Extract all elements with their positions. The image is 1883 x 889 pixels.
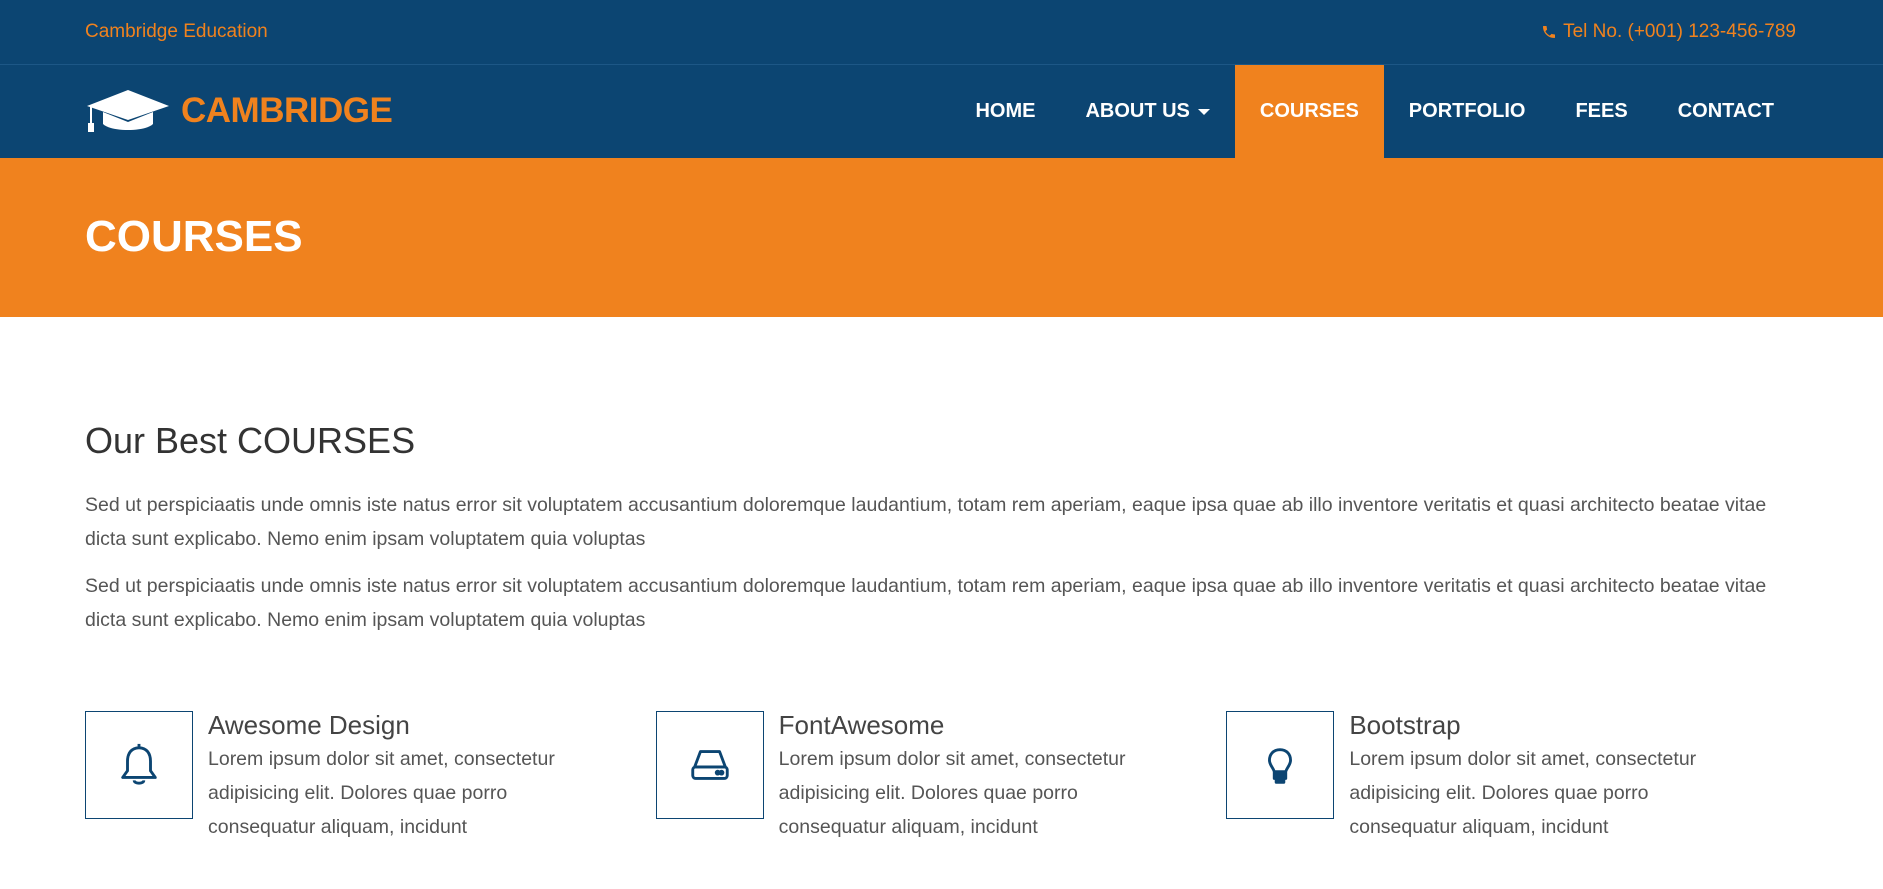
intro-paragraph: Sed ut perspiciaatis unde omnis iste nat… <box>85 494 1767 550</box>
nav-item-label: HOME <box>975 100 1036 122</box>
nav-item-portfolio[interactable]: PORTFOLIO <box>1384 65 1551 158</box>
feature-title: FontAwesome <box>778 710 945 740</box>
feature-icon-box <box>85 711 193 819</box>
top-info-bar: Cambridge Education Tel No. (+001) 123-4… <box>0 0 1883 65</box>
page-banner: COURSES <box>0 158 1883 317</box>
phone-icon <box>1543 26 1556 38</box>
nav-item-home[interactable]: HOME <box>950 65 1060 158</box>
section-heading: Our Best COURSES <box>85 420 416 461</box>
features-row: Awesome Design Lorem ipsum dolor sit ame… <box>85 710 1797 844</box>
caret-down-icon <box>1197 108 1210 115</box>
feature-title: Awesome Design <box>208 710 410 740</box>
nav-item-about-us[interactable]: ABOUT US <box>1060 65 1234 158</box>
intro-paragraph: Sed ut perspiciaatis unde omnis iste nat… <box>85 575 1767 631</box>
nav-item-label: PORTFOLIO <box>1408 100 1526 122</box>
nav-item-contact[interactable]: CONTACT <box>1653 65 1799 158</box>
lightbulb-icon <box>1268 748 1293 784</box>
nav-item-courses[interactable]: COURSES <box>1234 65 1384 158</box>
feature-card: Bootstrap Lorem ipsum dolor sit amet, co… <box>1226 710 1797 844</box>
feature-description: Lorem ipsum dolor sit amet, consectetur … <box>208 748 555 838</box>
feature-title: Bootstrap <box>1349 710 1461 740</box>
phone-number: Tel No. (+001) 123-456-789 <box>1563 21 1796 42</box>
nav-item-fees[interactable]: FEES <box>1550 65 1652 158</box>
feature-description: Lorem ipsum dolor sit amet, consectetur … <box>778 748 1126 838</box>
phone-contact[interactable]: Tel No. (+001) 123-456-789 <box>1541 21 1796 43</box>
hard-drive-icon <box>690 750 729 780</box>
page-title: COURSES <box>85 212 303 261</box>
feature-icon-box <box>1226 711 1335 819</box>
bell-icon <box>121 743 157 785</box>
site-logo[interactable]: CAMBRIDGE <box>85 88 393 134</box>
main-navbar: CAMBRIDGE HOME ABOUT US COURSES PORTFOLI… <box>0 65 1883 158</box>
nav-item-label: CONTACT <box>1677 100 1774 122</box>
courses-intro: Our Best COURSES Sed ut perspiciaatis un… <box>85 420 1797 637</box>
nav-item-label: COURSES <box>1259 100 1359 122</box>
logo-text: CAMBRIDGE <box>181 91 393 130</box>
primary-nav: HOME ABOUT US COURSES PORTFOLIO FEES CON… <box>950 65 1799 158</box>
graduation-cap-icon <box>87 90 169 132</box>
nav-item-label: FEES <box>1575 100 1628 122</box>
feature-description: Lorem ipsum dolor sit amet, consectetur … <box>1349 748 1697 838</box>
nav-item-label: ABOUT US <box>1085 100 1190 122</box>
feature-icon-box <box>655 711 764 819</box>
brand-tagline: Cambridge Education <box>85 21 268 42</box>
feature-card: FontAwesome Lorem ipsum dolor sit amet, … <box>655 710 1227 844</box>
feature-card: Awesome Design Lorem ipsum dolor sit ame… <box>85 710 656 844</box>
